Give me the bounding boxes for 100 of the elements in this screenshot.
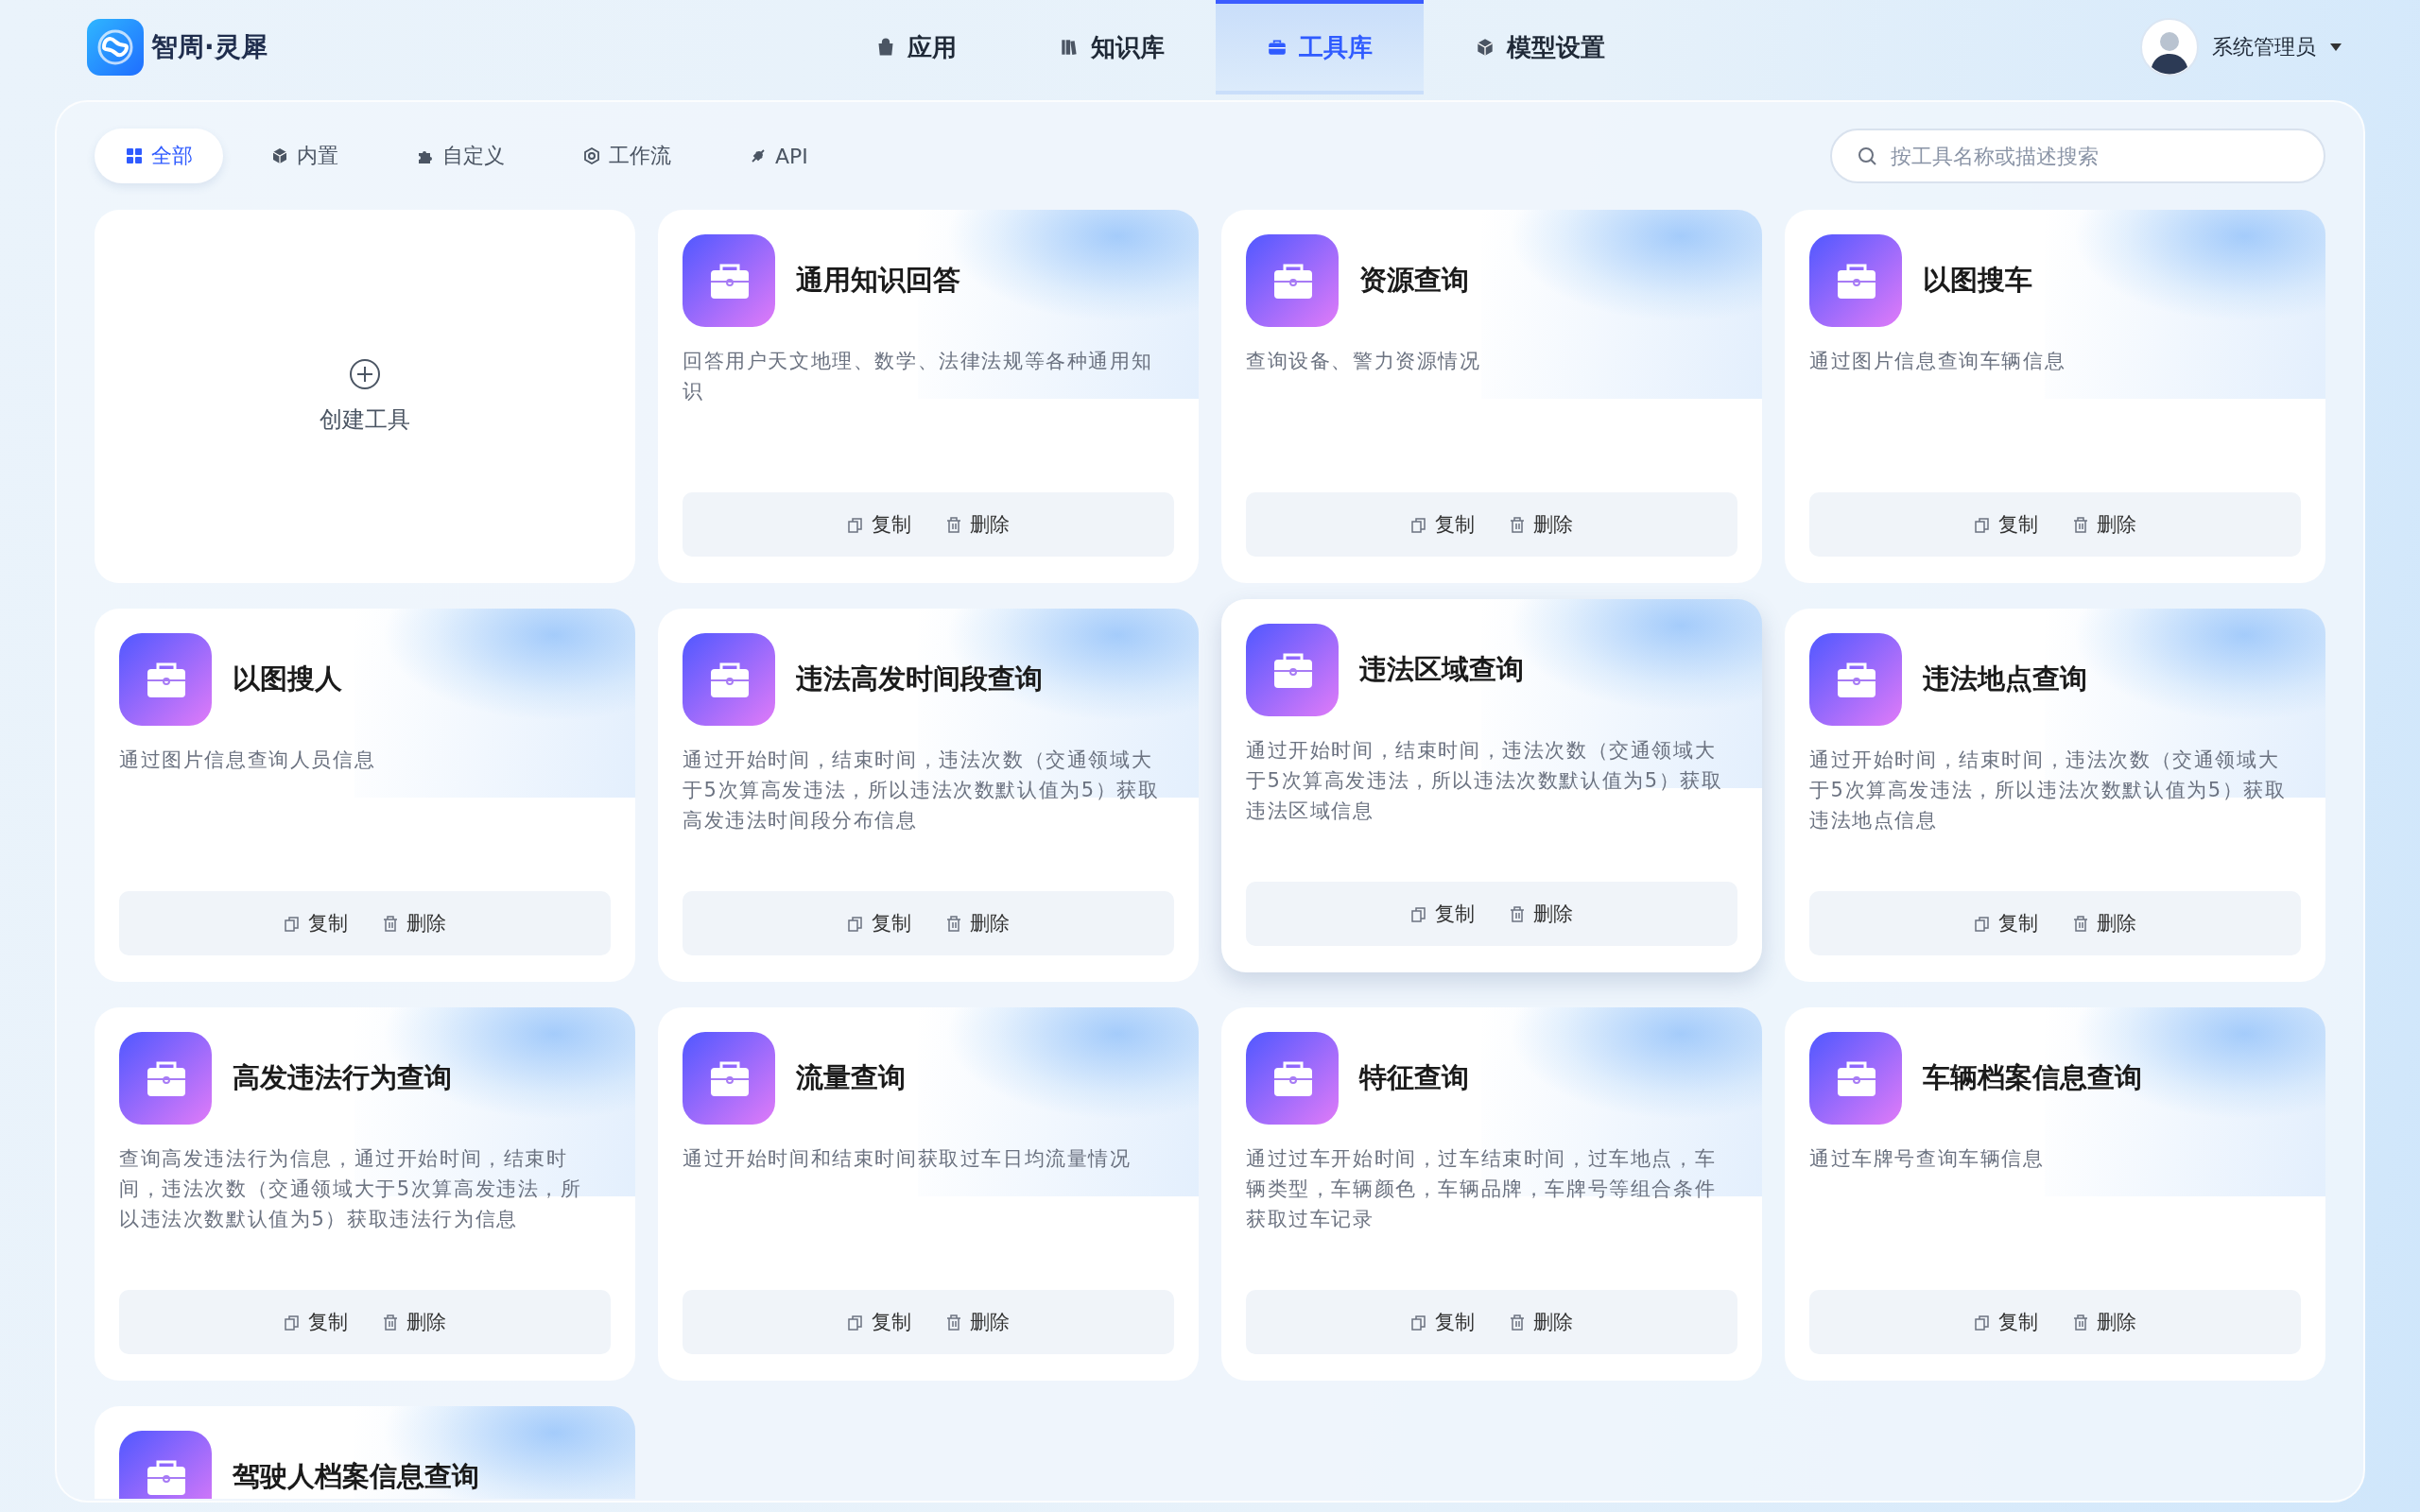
delete-button[interactable]: 删除: [1505, 1305, 1577, 1339]
tool-card[interactable]: 流量查询 通过开始时间和结束时间获取过车日均流量情况 复制 删除: [658, 1007, 1199, 1381]
delete-button[interactable]: 删除: [2068, 1305, 2140, 1339]
copy-button[interactable]: 复制: [1970, 906, 2042, 940]
tool-description: 通过开始时间，结束时间，违法次数（交通领域大于5次算高发违法，所以违法次数默认值为5）获取违法区域信息: [1246, 738, 1724, 824]
tool-card[interactable]: 车辆档案信息查询 通过车牌号查询车辆信息 复制 删除: [1785, 1007, 2325, 1381]
copy-button[interactable]: 复制: [843, 1305, 915, 1339]
tool-title: 违法区域查询: [1359, 652, 1524, 687]
avatar-icon[interactable]: [2140, 18, 2199, 77]
tool-title: 通用知识回答: [796, 263, 960, 298]
filter-tab[interactable]: 自定义: [386, 129, 535, 183]
search-icon: [1857, 146, 1877, 166]
tool-card[interactable]: 违法高发时间段查询 通过开始时间，结束时间，违法次数（交通领域大于5次算高发违法，所以违法次数默认值为5）获取高发违法时间段分布信息 复制 删除: [658, 609, 1199, 982]
tool-title: 以图搜车: [1923, 263, 2032, 298]
nav-tab[interactable]: 应用: [824, 0, 1008, 94]
tool-card[interactable]: 资源查询 查询设备、警力资源情况 复制 删除: [1221, 210, 1762, 583]
caret-icon[interactable]: [2329, 43, 2342, 52]
briefcase-icon: [1246, 1032, 1339, 1125]
tool-description: 查询高发违法行为信息，通过开始时间，结束时间，违法次数（交通领域大于5次算高发违法，所以违法次数默认值为5）获取违法行为信息: [119, 1146, 583, 1232]
copy-icon: [1410, 905, 1427, 922]
tool-card[interactable]: 高发违法行为查询 查询高发违法行为信息，通过开始时间，结束时间，违法次数（交通领域大于5次算高发违法，所以违法次数默认值为5）获取违法行为信息 复制 删除: [95, 1007, 635, 1381]
search-field[interactable]: 按工具名称或描述搜索: [1830, 129, 2325, 183]
filter-tab[interactable]: 全部: [95, 129, 223, 183]
tool-card[interactable]: 通用知识回答 回答用户天文地理、数学、法律法规等各种通用知识 复制 删除: [658, 210, 1199, 583]
delete-button[interactable]: 删除: [378, 906, 450, 940]
tool-description: 查询设备、警力资源情况: [1246, 349, 1482, 374]
delete-button[interactable]: 删除: [942, 906, 1013, 940]
copy-button[interactable]: 复制: [1407, 507, 1478, 541]
copy-icon: [284, 1314, 301, 1331]
tool-title: 资源查询: [1359, 263, 1469, 298]
user-name[interactable]: 系统管理员: [2212, 33, 2316, 61]
copy-button[interactable]: 复制: [280, 1305, 352, 1339]
trash-icon: [1509, 1314, 1526, 1331]
briefcase-icon: [683, 234, 775, 327]
trash-icon: [945, 1314, 962, 1331]
delete-button[interactable]: 删除: [942, 1305, 1013, 1339]
tool-title: 违法高发时间段查询: [796, 662, 1043, 696]
tool-description: 通过开始时间，结束时间，违法次数（交通领域大于5次算高发违法，所以违法次数默认值为5）获取高发违法时间段分布信息: [683, 747, 1161, 833]
copy-icon: [847, 1314, 864, 1331]
logo-icon: [87, 19, 144, 76]
copy-button[interactable]: 复制: [1407, 897, 1478, 931]
tool-title: 车辆档案信息查询: [1923, 1060, 2142, 1095]
delete-button[interactable]: 删除: [1505, 507, 1577, 541]
tool-description: 通过车牌号查询车辆信息: [1809, 1146, 2046, 1172]
trash-icon: [1509, 905, 1526, 922]
delete-button[interactable]: 删除: [942, 507, 1013, 541]
tool-description: 通过过车开始时间，过车结束时间，过车地点，车辆类型，车辆颜色，车辆品牌，车牌号等组合条件获取过车记录: [1246, 1146, 1718, 1232]
copy-button[interactable]: 复制: [1407, 1305, 1478, 1339]
briefcase-icon: [683, 1032, 775, 1125]
copy-icon: [1974, 1314, 1991, 1331]
copy-button[interactable]: 复制: [1970, 507, 2042, 541]
copy-button[interactable]: 复制: [843, 906, 915, 940]
briefcase-icon: [1809, 1032, 1902, 1125]
tool-title: 驾驶人档案信息查询: [233, 1459, 479, 1494]
copy-icon: [1410, 516, 1427, 533]
trash-icon: [945, 516, 962, 533]
create-tool-button[interactable]: 创建工具: [95, 210, 635, 583]
tool-title: 高发违法行为查询: [233, 1060, 452, 1095]
filter-tab[interactable]: API: [718, 129, 838, 183]
copy-icon: [847, 516, 864, 533]
tool-title: 流量查询: [796, 1060, 906, 1095]
tool-card[interactable]: 违法地点查询 通过开始时间，结束时间，违法次数（交通领域大于5次算高发违法，所以违法次数默认值为5）获取违法地点信息 复制 删除: [1785, 609, 2325, 982]
nav-tab[interactable]: 工具库: [1216, 0, 1424, 94]
copy-icon: [1974, 516, 1991, 533]
tool-card[interactable]: 驾驶人档案信息查询: [95, 1406, 635, 1499]
copy-button[interactable]: 复制: [280, 906, 352, 940]
tool-card[interactable]: 特征查询 通过过车开始时间，过车结束时间，过车地点，车辆类型，车辆颜色，车辆品牌，车牌号等组合条件获取过车记录 复制 删除: [1221, 1007, 1762, 1381]
tool-card[interactable]: 违法区域查询 通过开始时间，结束时间，违法次数（交通领域大于5次算高发违法，所以违法次数默认值为5）获取违法区域信息 复制 删除: [1221, 599, 1762, 972]
copy-icon: [1974, 915, 1991, 932]
copy-button[interactable]: 复制: [843, 507, 915, 541]
delete-button[interactable]: 删除: [2068, 906, 2140, 940]
copy-icon: [1410, 1314, 1427, 1331]
tool-description: 通过开始时间，结束时间，违法次数（交通领域大于5次算高发违法，所以违法次数默认值为5）获取违法地点信息: [1809, 747, 2288, 833]
tool-title: 违法地点查询: [1923, 662, 2087, 696]
trash-icon: [1509, 516, 1526, 533]
tool-description: 通过图片信息查询车辆信息: [1809, 349, 2067, 374]
plus-icon: [348, 356, 382, 391]
briefcase-icon: [1246, 234, 1339, 327]
tool-description: 通过图片信息查询人员信息: [119, 747, 377, 773]
nav-tab[interactable]: 模型设置: [1424, 0, 1656, 94]
tool-description: 回答用户天文地理、数学、法律法规等各种通用知识: [683, 349, 1154, 404]
delete-button[interactable]: 删除: [1505, 897, 1577, 931]
nav-tab[interactable]: 知识库: [1008, 0, 1216, 94]
filter-tab[interactable]: 内置: [240, 129, 369, 183]
tool-description: 通过开始时间和结束时间获取过车日均流量情况: [683, 1146, 1132, 1172]
copy-button[interactable]: 复制: [1970, 1305, 2042, 1339]
tool-title: 以图搜人: [233, 662, 342, 696]
tool-card[interactable]: 以图搜人 通过图片信息查询人员信息 复制 删除: [95, 609, 635, 982]
briefcase-icon: [119, 633, 212, 726]
briefcase-icon: [1809, 234, 1902, 327]
briefcase-icon: [119, 1032, 212, 1125]
briefcase-icon: [119, 1431, 212, 1499]
trash-icon: [382, 1314, 399, 1331]
tool-card[interactable]: 以图搜车 通过图片信息查询车辆信息 复制 删除: [1785, 210, 2325, 583]
briefcase-icon: [1809, 633, 1902, 726]
trash-icon: [382, 915, 399, 932]
delete-button[interactable]: 删除: [378, 1305, 450, 1339]
delete-button[interactable]: 删除: [2068, 507, 2140, 541]
trash-icon: [945, 915, 962, 932]
filter-tab[interactable]: 工作流: [552, 129, 701, 183]
